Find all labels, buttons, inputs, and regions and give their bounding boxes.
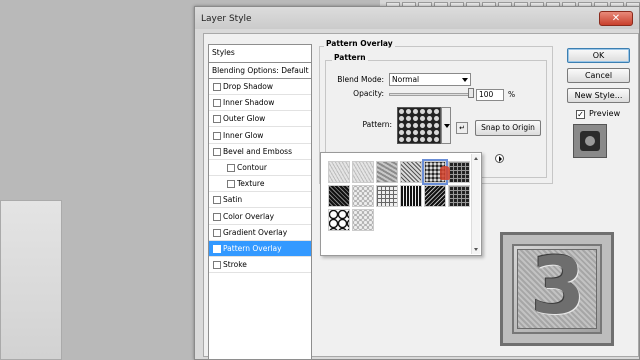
style-checkbox[interactable]	[213, 115, 221, 124]
style-checkbox[interactable]	[213, 147, 221, 156]
pattern-swatch-9[interactable]	[376, 185, 398, 207]
style-item-texture[interactable]: Texture	[209, 176, 311, 193]
pattern-swatch[interactable]	[397, 107, 441, 144]
style-item-color-overlay[interactable]: Color Overlay	[209, 209, 311, 225]
preview-hole	[585, 136, 595, 146]
style-item-label: Stroke	[223, 260, 247, 270]
pattern-swatch-7[interactable]	[328, 185, 350, 207]
style-item-inner-glow[interactable]: Inner Glow	[209, 128, 311, 144]
pattern-label: Pattern:	[362, 120, 392, 129]
pattern-swatch-6[interactable]	[448, 161, 470, 183]
style-checkbox[interactable]	[213, 212, 221, 221]
chevron-down-icon	[462, 78, 468, 82]
pattern-swatch-10[interactable]	[400, 185, 422, 207]
style-item-label: Contour	[237, 163, 267, 172]
style-item-contour[interactable]: Contour	[209, 160, 311, 176]
pattern-group-title: Pattern	[332, 53, 368, 62]
style-item-outer-glow[interactable]: Outer Glow	[209, 111, 311, 128]
close-icon: ✕	[611, 13, 621, 24]
preview-checkbox[interactable]: ✓	[576, 110, 585, 119]
logo-plate: 3	[517, 242, 597, 332]
style-checkbox[interactable]	[213, 131, 221, 140]
title-bar[interactable]: Layer Style ✕	[195, 7, 639, 29]
pattern-swatch-12[interactable]	[448, 185, 470, 207]
opacity-label: Opacity:	[353, 89, 384, 98]
blend-mode-value: Normal	[392, 75, 420, 84]
tutorial-number-logo: 3	[500, 232, 614, 346]
preview-label: Preview	[589, 109, 621, 118]
style-checkbox[interactable]	[213, 228, 221, 237]
preview-toggle[interactable]: ✓ Preview	[576, 109, 636, 121]
style-item-label: Inner Shadow	[223, 98, 275, 108]
style-item-label: Texture	[237, 179, 265, 189]
cancel-button[interactable]: Cancel	[567, 68, 630, 83]
pattern-picker-toggle[interactable]	[441, 107, 451, 144]
background-panel	[0, 200, 62, 360]
style-item-label: Pattern Overlay	[223, 244, 282, 253]
style-preview-thumbnail	[573, 124, 607, 158]
style-checkbox[interactable]	[213, 261, 221, 270]
pattern-swatch-1[interactable]	[328, 161, 350, 183]
blend-mode-select[interactable]: Normal	[389, 73, 471, 86]
scroll-down-icon[interactable]	[474, 248, 478, 251]
styles-header-label: Styles	[212, 48, 235, 57]
pattern-swatch-3[interactable]	[376, 161, 398, 183]
style-item-label: Outer Glow	[223, 114, 266, 124]
style-item-label: Bevel and Emboss	[223, 146, 292, 156]
style-item-label: Color Overlay	[223, 211, 275, 221]
close-button[interactable]: ✕	[599, 11, 633, 26]
picker-menu-icon[interactable]	[495, 154, 504, 163]
style-checkbox[interactable]	[213, 99, 221, 108]
blending-options-item[interactable]: Blending Options: Default	[209, 63, 311, 79]
ok-button[interactable]: OK	[567, 48, 630, 63]
opacity-unit: %	[508, 90, 516, 99]
style-item-label: Gradient Overlay	[223, 227, 288, 237]
opacity-slider-thumb[interactable]	[468, 88, 474, 98]
pattern-swatch-8[interactable]	[352, 185, 374, 207]
opacity-input[interactable]: 100	[476, 89, 504, 101]
style-checkbox[interactable]	[213, 196, 221, 205]
new-preset-icon: ↵	[459, 124, 465, 132]
pattern-swatch-13[interactable]	[328, 209, 350, 231]
style-item-label: Satin	[223, 195, 243, 205]
scroll-up-icon[interactable]	[474, 157, 478, 160]
blend-mode-label: Blend Mode:	[337, 75, 384, 84]
opacity-slider[interactable]	[389, 93, 471, 96]
hand-cursor-icon	[440, 166, 450, 180]
styles-list: Styles Blending Options: Default Drop Sh…	[208, 44, 312, 360]
pattern-swatch-14[interactable]	[352, 209, 374, 231]
new-style-button[interactable]: New Style...	[567, 88, 630, 103]
logo-number: 3	[530, 242, 586, 332]
style-checkbox[interactable]: ✓	[213, 245, 221, 253]
pattern-swatch-11[interactable]	[424, 185, 446, 207]
pattern-overlay-title: Pattern Overlay	[324, 39, 395, 48]
pattern-swatch-2[interactable]	[352, 161, 374, 183]
snap-to-origin-button[interactable]: Snap to Origin	[475, 120, 541, 136]
blending-options-label: Blending Options: Default	[212, 66, 309, 75]
style-item-bevel-and-emboss[interactable]: Bevel and Emboss	[209, 144, 311, 160]
style-item-drop-shadow[interactable]: Drop Shadow	[209, 79, 311, 95]
style-item-label: Inner Glow	[223, 130, 264, 140]
new-preset-button[interactable]: ↵	[456, 122, 468, 134]
style-item-pattern-overlay[interactable]: ✓ Pattern Overlay	[209, 241, 311, 257]
pattern-swatch-4[interactable]	[400, 161, 422, 183]
style-item-satin[interactable]: Satin	[209, 192, 311, 209]
styles-header[interactable]: Styles	[209, 45, 311, 63]
style-item-label: Drop Shadow	[223, 82, 274, 91]
style-item-inner-shadow[interactable]: Inner Shadow	[209, 95, 311, 112]
style-item-gradient-overlay[interactable]: Gradient Overlay	[209, 225, 311, 241]
style-checkbox[interactable]	[227, 164, 235, 172]
style-checkbox[interactable]	[227, 180, 235, 189]
picker-scrollbar[interactable]	[471, 154, 480, 254]
dialog-title: Layer Style	[201, 14, 252, 24]
style-item-stroke[interactable]: Stroke	[209, 257, 311, 274]
pattern-picker-popup	[320, 152, 482, 256]
style-checkbox[interactable]	[213, 83, 221, 91]
